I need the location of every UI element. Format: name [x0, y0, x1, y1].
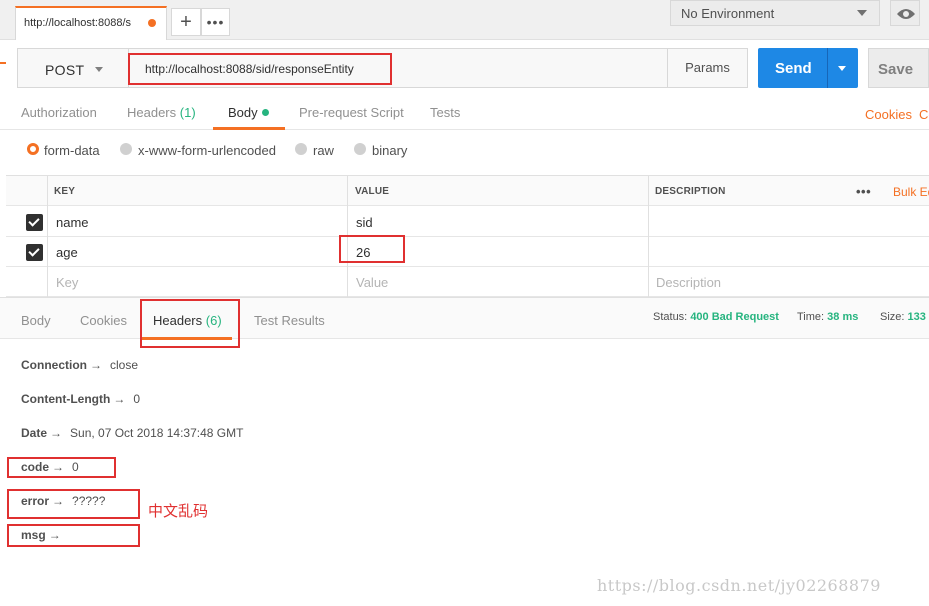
tab-bar: http://localhost:8088/s + ••• No Environ…	[0, 0, 929, 40]
tab-headers[interactable]: Headers (1)	[127, 105, 196, 120]
response-tab-body[interactable]: Body	[21, 313, 51, 328]
age-value-highlight-box	[339, 235, 405, 263]
new-description-input[interactable]: Description	[656, 275, 721, 290]
request-tab-title: http://localhost:8088/s	[24, 17, 132, 29]
arrow-right-icon: →	[90, 358, 102, 372]
response-size: Size: 133	[880, 311, 926, 323]
cookies-link[interactable]: Cookies	[865, 107, 912, 122]
msg-header-highlight-box	[7, 524, 140, 547]
unsaved-changes-dot	[148, 19, 156, 27]
send-label: Send	[775, 60, 812, 77]
caret-down-icon	[857, 10, 867, 16]
send-divider	[827, 48, 828, 88]
method-label: POST	[45, 62, 85, 78]
arrow-right-icon: →	[50, 426, 63, 440]
time-value: 38 ms	[827, 311, 859, 323]
status-value: 400 Bad Request	[690, 311, 779, 323]
new-key-input[interactable]: Key	[56, 275, 78, 290]
radio-binary[interactable]	[354, 143, 366, 155]
arrow-right-icon: →	[113, 392, 126, 406]
save-label: Save	[878, 61, 914, 78]
tab-headers-count: (1)	[179, 105, 196, 120]
value-cell[interactable]: sid	[356, 215, 373, 230]
bulk-edit-link[interactable]: Bulk Ed	[893, 185, 929, 199]
response-header-row: Date → Sun, 07 Oct 2018 14:37:48 GMT	[21, 426, 243, 440]
send-options-chevron-icon[interactable]	[838, 66, 846, 71]
response-tab-cookies[interactable]: Cookies	[80, 313, 127, 328]
tab-pre-request-script[interactable]: Pre-request Script	[299, 105, 404, 120]
tab-tests[interactable]: Tests	[430, 105, 460, 120]
size-value: 133	[907, 311, 926, 323]
row-enabled-checkbox[interactable]	[26, 214, 43, 231]
response-header-row: Content-Length → 0	[21, 392, 140, 406]
new-row: Key Value Description	[6, 267, 929, 297]
request-tabs: Authorization Headers (1) Body Pre-reque…	[0, 98, 929, 130]
watermark: https://blog.csdn.net/jy02268879	[597, 576, 881, 595]
tab-headers-label: Headers	[127, 105, 177, 120]
tab-body-label: Body	[228, 105, 258, 120]
size-label: Size:	[880, 311, 905, 323]
params-button[interactable]: Params	[667, 48, 748, 88]
column-key-header: KEY	[54, 186, 76, 197]
response-tab-test-results[interactable]: Test Results	[254, 313, 325, 328]
response-time: Time: 38 ms	[797, 311, 858, 323]
chevron-down-icon	[95, 67, 103, 72]
check-icon	[28, 215, 40, 227]
method-select[interactable]: POST	[17, 48, 129, 88]
column-description-header: DESCRIPTION	[655, 186, 726, 197]
save-button[interactable]: Save	[868, 48, 929, 88]
radio-form-data[interactable]	[27, 143, 39, 155]
plus-icon[interactable]: +	[171, 8, 201, 36]
form-data-table: KEY VALUE DESCRIPTION ••• Bulk Ed name s…	[6, 175, 929, 298]
annotation-note: 中文乱码	[148, 503, 209, 520]
environment-select[interactable]: No Environment	[670, 0, 880, 26]
headers-tab-highlight-box	[140, 299, 240, 348]
header-key: Date	[21, 426, 48, 440]
table-header-row: KEY VALUE DESCRIPTION ••• Bulk Ed	[6, 176, 929, 206]
response-status: Status: 400 Bad Request	[653, 311, 779, 323]
table-row: age 26	[6, 237, 929, 267]
radio-form-data-label[interactable]: form-data	[44, 143, 100, 158]
error-header-highlight-box	[7, 489, 140, 519]
key-cell[interactable]: age	[56, 245, 78, 260]
time-label: Time:	[797, 311, 825, 323]
send-button[interactable]: Send	[758, 48, 858, 88]
radio-raw-label[interactable]: raw	[313, 143, 334, 158]
key-cell[interactable]: name	[56, 215, 89, 230]
tab-body[interactable]: Body	[228, 105, 269, 120]
body-modified-dot	[261, 109, 269, 116]
status-label: Status:	[653, 311, 688, 323]
column-value-header: VALUE	[355, 186, 390, 197]
header-key: Content-Length	[21, 392, 111, 406]
radio-raw[interactable]	[295, 143, 307, 155]
check-icon	[28, 245, 40, 257]
sidebar-edge-accent	[0, 62, 6, 64]
code-link[interactable]: Co	[919, 107, 929, 122]
request-tab[interactable]: http://localhost:8088/s	[15, 6, 167, 40]
tab-authorization[interactable]: Authorization	[21, 105, 97, 120]
active-tab-indicator	[213, 127, 285, 130]
column-divider	[47, 176, 48, 298]
ellipsis-icon[interactable]: •••	[856, 184, 871, 199]
radio-x-www-form-urlencoded-label[interactable]: x-www-form-urlencoded	[138, 143, 276, 158]
column-divider	[648, 176, 649, 298]
radio-binary-label[interactable]: binary	[372, 143, 407, 158]
header-value: close	[110, 358, 139, 372]
table-row: name sid	[6, 207, 929, 237]
ellipsis-icon[interactable]: •••	[201, 8, 230, 36]
row-enabled-checkbox[interactable]	[26, 244, 43, 261]
environment-quicklook-button[interactable]	[890, 0, 920, 26]
environment-label: No Environment	[681, 6, 775, 21]
header-value: Sun, 07 Oct 2018 14:37:48 GMT	[70, 426, 244, 440]
url-highlight-box	[128, 53, 392, 85]
body-type-options: form-data x-www-form-urlencoded raw bina…	[0, 140, 929, 162]
header-value: 0	[133, 392, 140, 406]
radio-x-www-form-urlencoded[interactable]	[120, 143, 132, 155]
code-header-highlight-box	[7, 457, 116, 478]
new-value-input[interactable]: Value	[356, 275, 388, 290]
eye-icon	[897, 9, 915, 19]
header-key: Connection	[21, 358, 87, 372]
response-header-row: Connection → close	[21, 358, 138, 372]
